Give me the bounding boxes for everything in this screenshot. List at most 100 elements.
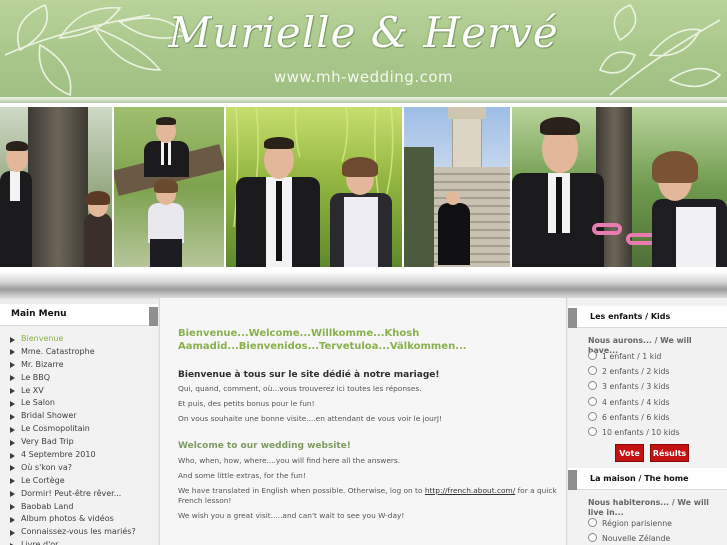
- photo-banner: [0, 103, 727, 271]
- site-title: Murielle & Hervé: [168, 8, 559, 57]
- kids-poll-title: Les enfants / Kids: [590, 312, 671, 321]
- home-poll-header: La maison / The home: [568, 468, 727, 490]
- poll-option[interactable]: Nouvelle Zélande: [588, 533, 670, 545]
- menu-item[interactable]: Le Cosmopolitain: [0, 423, 158, 436]
- arrow-right-icon: [10, 529, 15, 536]
- menu-item[interactable]: Mr. Bizarre: [0, 359, 158, 372]
- poll-option[interactable]: 4 enfants / 4 kids: [588, 396, 669, 409]
- home-poll-question: Nous habiterons... / We will live in...: [588, 498, 709, 517]
- menu-item[interactable]: Où s'kon va?: [0, 462, 158, 475]
- site-url: www.mh-wedding.com: [273, 68, 454, 86]
- menu-item-label: Bridal Shower: [21, 411, 77, 421]
- main-content: Bienvenue...Welcome...Willkomme...Khosh …: [159, 298, 567, 545]
- radio-button[interactable]: [588, 351, 597, 360]
- french-line-2: Et puis, des petits bonus pour le fun!: [178, 399, 315, 408]
- menu-item[interactable]: Le Cortège: [0, 475, 158, 488]
- menu-item[interactable]: Connaissez-vous les mariés?: [0, 526, 158, 539]
- main-menu-title: Main Menu: [11, 309, 67, 319]
- english-translate-note: We have translated in English when possi…: [178, 486, 558, 506]
- right-sidebar: Les enfants / Kids Nous aurons... / We w…: [568, 298, 727, 545]
- french-lesson-link[interactable]: http://french.about.com/: [425, 486, 515, 495]
- arrow-right-icon: [10, 400, 15, 407]
- welcome-heading: Bienvenue...Welcome...Willkomme...Khosh …: [178, 328, 467, 352]
- poll-option-label: Région parisienne: [602, 519, 672, 528]
- menu-item-label: Le BBQ: [21, 372, 51, 382]
- poll-option[interactable]: 10 enfants / 10 kids: [588, 427, 679, 439]
- arrow-right-icon: [10, 491, 15, 498]
- radio-button[interactable]: [588, 518, 597, 527]
- kids-poll-header: Les enfants / Kids: [568, 306, 727, 328]
- site-header: Murielle & Hervé www.mh-wedding.com: [0, 0, 727, 103]
- banner-photo-4: [404, 107, 510, 267]
- main-menu-list: Bienvenue Mme. Catastrophe Mr. Bizarre Le B…: [0, 333, 158, 545]
- banner-photo-2: [114, 107, 224, 267]
- arrow-right-icon: [10, 362, 15, 369]
- menu-item-label: Dormir! Peut-être rêver...: [21, 488, 122, 498]
- radio-button[interactable]: [588, 411, 597, 421]
- menu-item[interactable]: Baobab Land: [0, 501, 158, 514]
- poll-option[interactable]: 6 enfants / 6 kids: [588, 411, 669, 424]
- arrow-right-icon: [10, 452, 15, 459]
- banner-photo-1: [0, 107, 112, 267]
- french-line-1: Qui, quand, comment, où...vous trouverez…: [178, 384, 422, 393]
- menu-item-label: Livre d'or: [21, 540, 59, 545]
- poll-option[interactable]: 2 enfants / 2 kids: [588, 366, 669, 378]
- poll-option-label: 2 enfants / 2 kids: [602, 367, 670, 377]
- menu-item[interactable]: 4 Septembre 2010: [0, 449, 158, 462]
- menu-item[interactable]: Bienvenue: [0, 333, 158, 346]
- menu-item[interactable]: Le XV: [0, 385, 158, 398]
- menu-item[interactable]: Bridal Shower: [0, 410, 158, 423]
- menu-item[interactable]: Dormir! Peut-être rêver...: [0, 488, 158, 501]
- arrow-right-icon: [10, 388, 15, 395]
- menu-item-label: 4 Septembre 2010: [21, 450, 96, 460]
- menu-item[interactable]: Livre d'or: [0, 539, 158, 545]
- menu-item-label: Mme. Catastrophe: [21, 346, 95, 356]
- english-line-last: We wish you a great visit.....and can't …: [178, 511, 405, 520]
- arrow-right-icon: [10, 516, 15, 523]
- radio-button[interactable]: [588, 381, 597, 391]
- menu-item-label: Le Cortège: [21, 475, 65, 485]
- poll-option-label: 10 enfants / 10 kids: [602, 428, 680, 437]
- poll-option[interactable]: Région parisienne: [588, 518, 672, 530]
- menu-item-label: Le XV: [21, 385, 44, 395]
- poll-option-label: 3 enfants / 3 kids: [602, 382, 670, 392]
- menu-item[interactable]: Le BBQ: [0, 372, 158, 385]
- radio-button[interactable]: [588, 533, 597, 543]
- menu-item[interactable]: Very Bad Trip: [0, 436, 158, 449]
- radio-button[interactable]: [588, 366, 597, 376]
- poll-option-label: 1 enfant / 1 kid: [602, 352, 662, 361]
- vote-button[interactable]: Vote: [615, 444, 644, 462]
- banner-divider: [0, 271, 727, 299]
- home-poll-title: La maison / The home: [590, 474, 689, 483]
- radio-button[interactable]: [588, 396, 597, 406]
- menu-item[interactable]: Le Salon: [0, 397, 158, 410]
- arrow-right-icon: [10, 349, 15, 356]
- poll-option-label: Nouvelle Zélande: [602, 534, 671, 544]
- results-button[interactable]: Résults: [650, 444, 689, 462]
- menu-item[interactable]: Album photos & vidéos: [0, 513, 158, 526]
- english-welcome-title: Welcome to our wedding website!: [178, 441, 351, 451]
- arrow-right-icon: [10, 426, 15, 433]
- banner-photo-3: [226, 107, 402, 267]
- english-line-2: And some little extras, for the fun!: [178, 471, 306, 480]
- menu-item-label: Où s'kon va?: [21, 462, 73, 472]
- menu-item[interactable]: Mme. Catastrophe: [0, 346, 158, 359]
- menu-tab-marker: [149, 307, 158, 326]
- banner-photo-5: [512, 107, 727, 267]
- menu-item-label: Le Salon: [21, 398, 55, 408]
- arrow-right-icon: [10, 504, 15, 511]
- menu-item-label: Le Cosmopolitain: [21, 424, 90, 434]
- poll-option[interactable]: 1 enfant / 1 kid: [588, 351, 661, 363]
- french-welcome-title: Bienvenue à tous sur le site dédié à not…: [178, 370, 440, 380]
- translate-note-text: We have translated in English when possi…: [178, 486, 425, 495]
- menu-item-label: Baobab Land: [21, 501, 74, 511]
- poll-tab-marker: [568, 470, 577, 490]
- poll-option[interactable]: 3 enfants / 3 kids: [588, 381, 669, 393]
- menu-item-label: Bienvenue: [21, 334, 64, 343]
- menu-item-label: Album photos & vidéos: [21, 514, 114, 524]
- radio-button[interactable]: [588, 427, 597, 436]
- arrow-right-icon: [10, 413, 15, 420]
- menu-item-label: Connaissez-vous les mariés?: [21, 527, 136, 537]
- arrow-right-icon: [10, 478, 15, 485]
- arrow-right-icon: [10, 465, 15, 472]
